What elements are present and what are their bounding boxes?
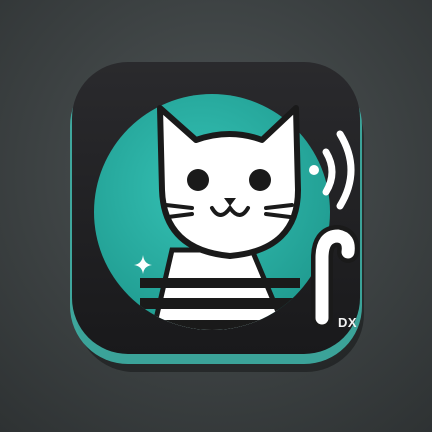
badge-label: DX: [338, 315, 358, 330]
icon-scene: DX: [0, 0, 432, 432]
stripe-1: [140, 278, 300, 288]
stripe-2: [140, 298, 300, 309]
sound-dot: [309, 165, 319, 175]
cat-left-eye: [187, 169, 209, 191]
cat-right-eye: [249, 169, 271, 191]
cat-app-icon[interactable]: [0, 0, 432, 432]
